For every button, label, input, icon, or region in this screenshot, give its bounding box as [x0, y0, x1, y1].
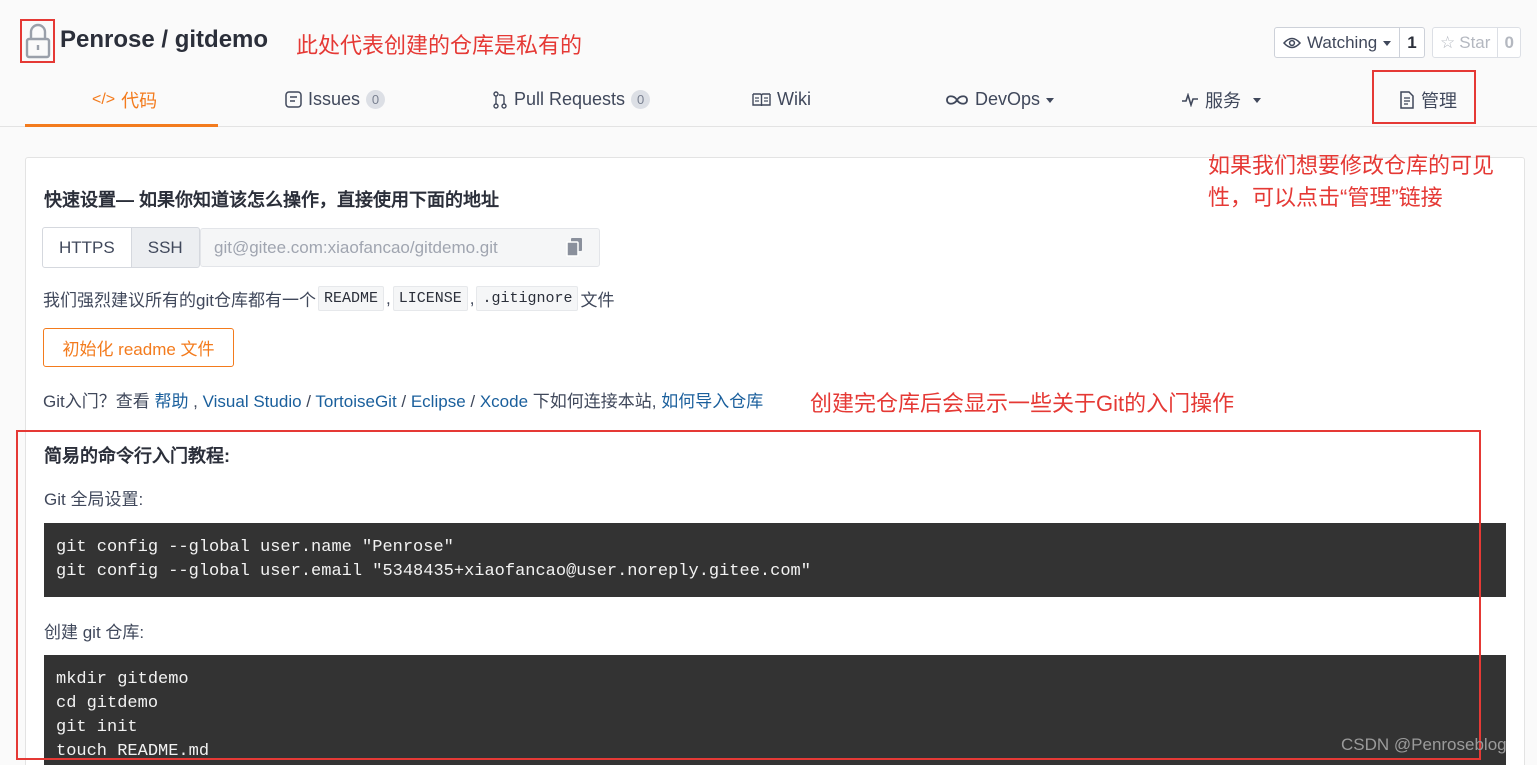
tab-services[interactable]: 服务: [1181, 72, 1261, 127]
code-icon: </>: [92, 90, 116, 108]
separator: /: [465, 392, 480, 411]
annotation-intro: 创建完仓库后会显示一些关于Git的入门操作: [810, 391, 1235, 416]
clone-url-input[interactable]: [200, 228, 600, 267]
tab-label: Pull Requests: [514, 89, 626, 109]
recommend-text: 我们强烈建议所有的git仓库都有一个 README , LICENSE , .g…: [43, 286, 614, 311]
separator: /: [396, 392, 411, 411]
tab-wiki[interactable]: Wiki: [752, 72, 811, 127]
git-help-prefix: Git入门？查看: [43, 392, 155, 411]
star-group: ☆ Star 0: [1432, 27, 1521, 58]
annotation-private: 此处代表创建的仓库是私有的: [296, 33, 583, 58]
repo-title[interactable]: Penrose / gitdemo: [60, 26, 268, 54]
tab-devops[interactable]: DevOps: [945, 72, 1055, 127]
quick-setup-title: 快速设置— 如果你知道该怎么操作，直接使用下面的地址: [44, 190, 499, 210]
separator: /: [301, 392, 316, 411]
eclipse-link[interactable]: Eclipse: [411, 392, 466, 411]
git-help-links: Git入门？查看 帮助 , Visual Studio / TortoiseGi…: [43, 387, 763, 412]
import-repo-link[interactable]: 如何导入仓库: [661, 392, 763, 411]
pull-request-icon: [493, 90, 507, 109]
infinity-icon: [946, 94, 968, 105]
license-chip: LICENSE: [392, 286, 468, 311]
tab-label: Issues: [308, 89, 361, 109]
annotation-manage: 如果我们想要修改仓库的可见性，可以点击“管理”链接: [1208, 153, 1495, 210]
watermark: CSDN @Penroseblog: [1341, 735, 1507, 754]
readme-chip: README: [317, 286, 384, 311]
help-link[interactable]: 帮助: [154, 392, 188, 411]
lock-highlight-box: [20, 19, 55, 63]
tab-label: DevOps: [975, 89, 1041, 109]
tab-code[interactable]: </> 代码: [92, 72, 157, 127]
book-icon: [752, 93, 771, 106]
tab-label: 代码: [121, 90, 158, 111]
star-count[interactable]: 0: [1498, 27, 1521, 58]
tab-pull-requests[interactable]: Pull Requests 0: [492, 72, 651, 127]
star-label: Star: [1459, 32, 1491, 52]
issues-icon: [285, 91, 302, 108]
copy-icon[interactable]: [566, 237, 584, 257]
visual-studio-link[interactable]: Visual Studio: [203, 392, 302, 411]
protocol-switch: HTTPS SSH: [42, 227, 200, 268]
gitignore-chip: .gitignore: [476, 286, 579, 311]
ssh-button[interactable]: SSH: [131, 227, 200, 268]
tab-issues[interactable]: Issues 0: [285, 72, 386, 127]
git-help-middle: 下如何连接本站,: [528, 392, 662, 411]
chevron-down-icon: [1383, 41, 1392, 46]
star-button[interactable]: ☆ Star: [1432, 27, 1499, 58]
watch-count[interactable]: 1: [1400, 27, 1425, 58]
star-icon: ☆: [1440, 32, 1456, 52]
separator: ,: [188, 392, 203, 411]
tortoisegit-link[interactable]: TortoiseGit: [315, 392, 396, 411]
repo-header: Penrose / gitdemo 此处代表创建的仓库是私有的 Watching…: [0, 0, 1537, 127]
active-tab-underline: [25, 124, 218, 127]
eye-icon: [1283, 37, 1301, 48]
separator: ,: [469, 288, 475, 308]
manage-highlight-box: [1372, 70, 1476, 124]
pulse-icon: [1182, 92, 1198, 107]
init-readme-button[interactable]: 初始化 readme 文件: [43, 328, 234, 367]
https-button[interactable]: HTTPS: [42, 227, 132, 268]
pull-requests-count-badge: 0: [631, 90, 651, 109]
issues-count-badge: 0: [366, 90, 386, 109]
chevron-down-icon: [1253, 98, 1261, 103]
tab-label: 服务: [1205, 90, 1241, 111]
xcode-link[interactable]: Xcode: [480, 392, 528, 411]
watch-button[interactable]: Watching: [1274, 27, 1401, 58]
chevron-down-icon: [1046, 98, 1055, 103]
tab-label: Wiki: [777, 89, 811, 109]
tutorial-highlight-box: [16, 430, 1481, 760]
watch-group: Watching 1: [1274, 27, 1425, 58]
separator: ,: [385, 288, 391, 308]
repo-tabs: </> 代码 Issues 0 Pull Requests 0 Wiki Dev…: [0, 72, 1537, 127]
watch-label: Watching: [1307, 32, 1378, 52]
recommend-suffix: 文件: [580, 291, 615, 310]
recommend-prefix: 我们强烈建议所有的git仓库都有一个: [43, 291, 316, 310]
